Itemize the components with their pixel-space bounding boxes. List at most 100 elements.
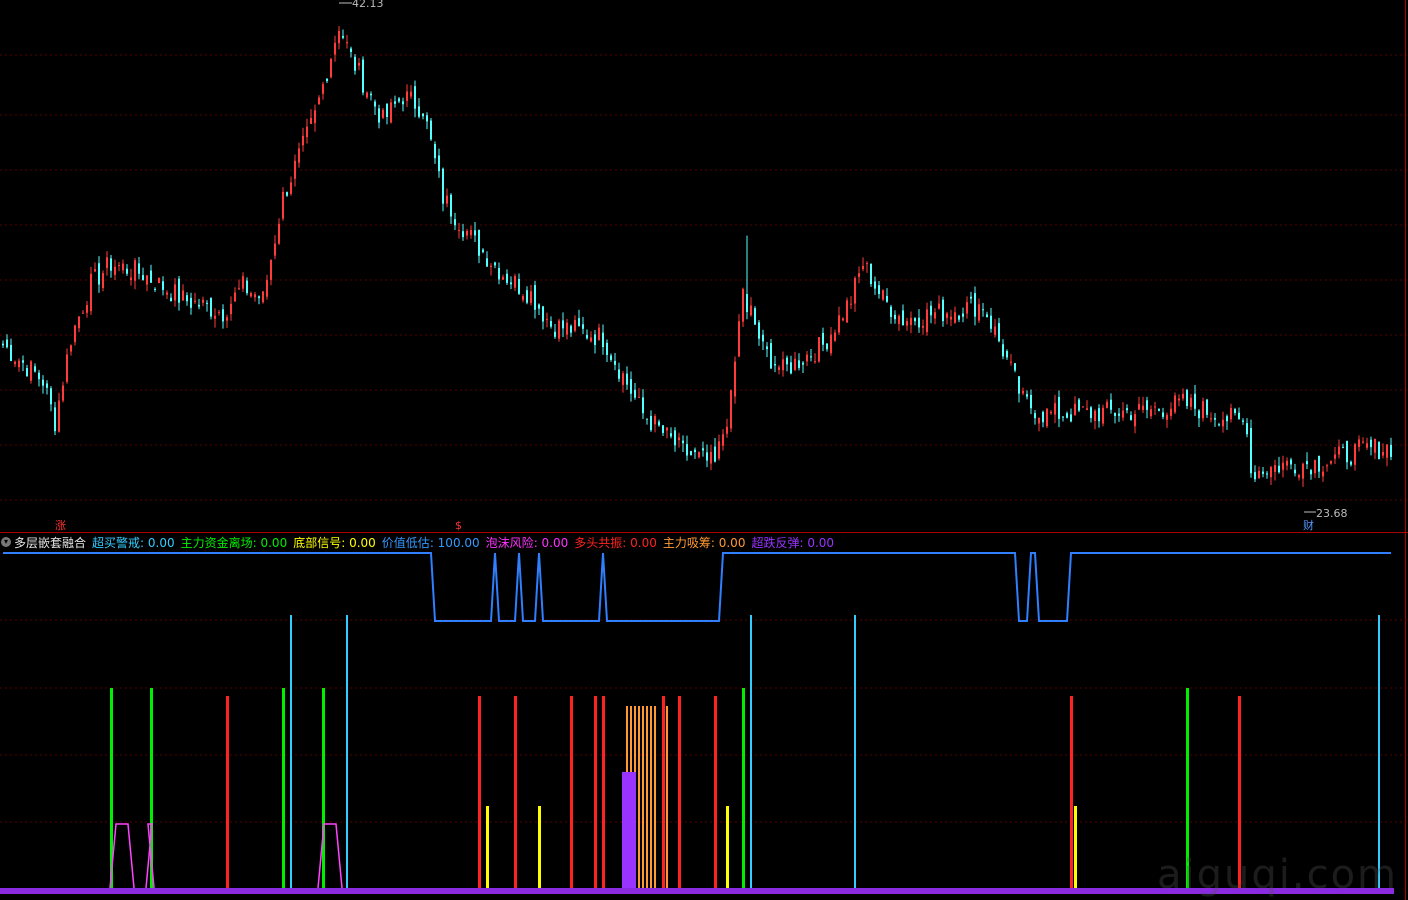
candle-body (102, 273, 104, 288)
candle-body (710, 451, 712, 464)
candle-body (1282, 462, 1284, 470)
legend-capital-exit: 主力资金离场0.00 (181, 534, 288, 551)
bubble-risk-line (109, 823, 135, 889)
candle-body (314, 110, 316, 124)
candle-body (1130, 415, 1132, 421)
candle-body (350, 48, 352, 53)
candle-body (722, 434, 724, 446)
candle-body (962, 313, 964, 317)
candle-body (1098, 408, 1100, 422)
candle-body (74, 325, 76, 343)
candle-body (1010, 361, 1012, 363)
candle-body (1042, 411, 1044, 423)
candle-body (1346, 440, 1348, 463)
candle-body (26, 367, 28, 377)
candle-body (498, 268, 500, 280)
candle-body (362, 59, 364, 93)
legend-overbought: 超买警戒0.00 (92, 534, 175, 551)
candle-body (262, 291, 264, 303)
indicator-name[interactable]: 多层嵌套融合 (14, 534, 86, 551)
candle-body (286, 192, 288, 196)
candle-body (114, 266, 116, 275)
candle-body (342, 36, 344, 38)
candle-body (142, 275, 144, 280)
candle-body (1154, 406, 1156, 408)
candle-body (422, 113, 424, 117)
candle-body (1326, 465, 1328, 467)
candle-body (1078, 399, 1080, 411)
candle-body (46, 383, 48, 388)
candle-body (154, 288, 156, 290)
accumulation-bar (650, 706, 652, 888)
candle-body (1122, 410, 1124, 418)
candle-body (1170, 408, 1172, 416)
candle-body (1370, 439, 1372, 448)
candle-body (618, 369, 620, 379)
candle-body (410, 91, 412, 97)
bull-resonance-bar (1070, 696, 1073, 888)
candle-body (906, 321, 908, 326)
candle-body (274, 243, 276, 256)
candle-body (1050, 411, 1052, 414)
candle-body (590, 337, 592, 342)
candle-body (982, 309, 984, 311)
candle-body (1362, 441, 1364, 443)
candle-body (790, 362, 792, 374)
candle-body (1070, 414, 1072, 422)
candle-body (330, 58, 332, 78)
candle-body (94, 269, 96, 272)
candle-body (862, 266, 864, 270)
candle-body (782, 359, 784, 371)
candle-body (1242, 420, 1244, 422)
event-marker: $ (455, 519, 462, 532)
candle-body (826, 343, 828, 350)
candle-body (546, 319, 548, 321)
candlestick-series (2, 26, 1392, 487)
candle-body (1230, 407, 1232, 420)
capital-exit-bar (282, 688, 285, 888)
event-marker: 财 (1303, 518, 1314, 532)
candle-body (846, 300, 848, 323)
candle-body (966, 302, 968, 314)
candle-body (918, 317, 920, 328)
candle-body (514, 275, 516, 288)
candle-body (374, 101, 376, 107)
bottom-signal-bar (538, 806, 541, 888)
legend-bubble-risk: 泡沫风险0.00 (486, 534, 569, 551)
candle-body (1310, 470, 1312, 475)
candle-body (202, 299, 204, 303)
candle-body (942, 299, 944, 322)
candle-body (1194, 393, 1196, 409)
candle-body (714, 446, 716, 462)
candle-body (310, 117, 312, 124)
candle-body (434, 144, 436, 159)
candle-body (578, 318, 580, 326)
candle-body (990, 315, 992, 329)
accumulation-bar (646, 706, 648, 888)
candle-body (1086, 408, 1088, 411)
candle-body (1022, 390, 1024, 394)
candle-body (454, 219, 456, 226)
candle-body (346, 42, 348, 44)
candle-body (462, 231, 464, 238)
candle-body (1322, 471, 1324, 477)
candle-body (806, 354, 808, 362)
candle-body (110, 258, 112, 271)
candle-body (90, 273, 92, 312)
candle-body (458, 229, 460, 231)
candle-body (934, 312, 936, 319)
candle-body (470, 229, 472, 236)
candle-body (122, 263, 124, 271)
candle-body (22, 360, 24, 363)
legend-undervalued: 价值低估100.00 (382, 534, 480, 551)
low-price-label: 23.68 (1316, 507, 1348, 520)
candle-body (1246, 423, 1248, 435)
candle-body (998, 323, 1000, 342)
candle-body (170, 297, 172, 302)
candle-body (1014, 363, 1016, 371)
candle-body (674, 430, 676, 446)
candle-body (810, 356, 812, 358)
candle-body (1006, 351, 1008, 358)
candle-body (1302, 463, 1304, 479)
collapse-icon[interactable]: ▾ (1, 537, 11, 547)
